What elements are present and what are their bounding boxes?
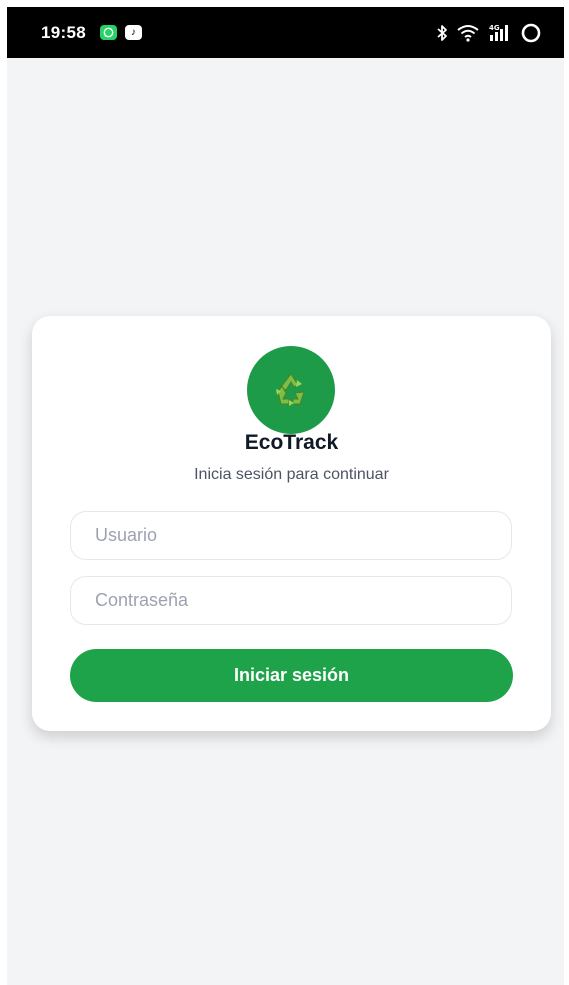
password-input[interactable]	[70, 576, 512, 625]
username-input[interactable]	[70, 511, 512, 560]
login-button[interactable]: Iniciar sesión	[70, 649, 513, 702]
status-bar: 19:58 ♪ 4G	[7, 7, 564, 58]
phone-screen: 19:58 ♪ 4G EcoTrack Inicia sesión para c…	[7, 7, 564, 985]
status-time: 19:58	[41, 22, 86, 42]
status-left: 19:58 ♪	[41, 23, 142, 43]
app-logo	[247, 346, 335, 434]
recycle-icon	[276, 373, 305, 406]
status-right: 4G	[436, 22, 542, 44]
login-subtitle: Inicia sesión para continuar	[194, 466, 389, 483]
signal-4g-icon: 4G	[488, 23, 512, 43]
network-label: 4G	[489, 24, 500, 32]
app-title: EcoTrack	[244, 431, 339, 454]
login-card: EcoTrack Inicia sesión para continuar In…	[32, 316, 551, 731]
whatsapp-icon	[99, 25, 117, 40]
bluetooth-icon	[436, 24, 448, 42]
wifi-icon	[456, 24, 480, 42]
battery-ring-icon	[520, 22, 542, 44]
tiktok-icon: ♪	[124, 25, 142, 40]
